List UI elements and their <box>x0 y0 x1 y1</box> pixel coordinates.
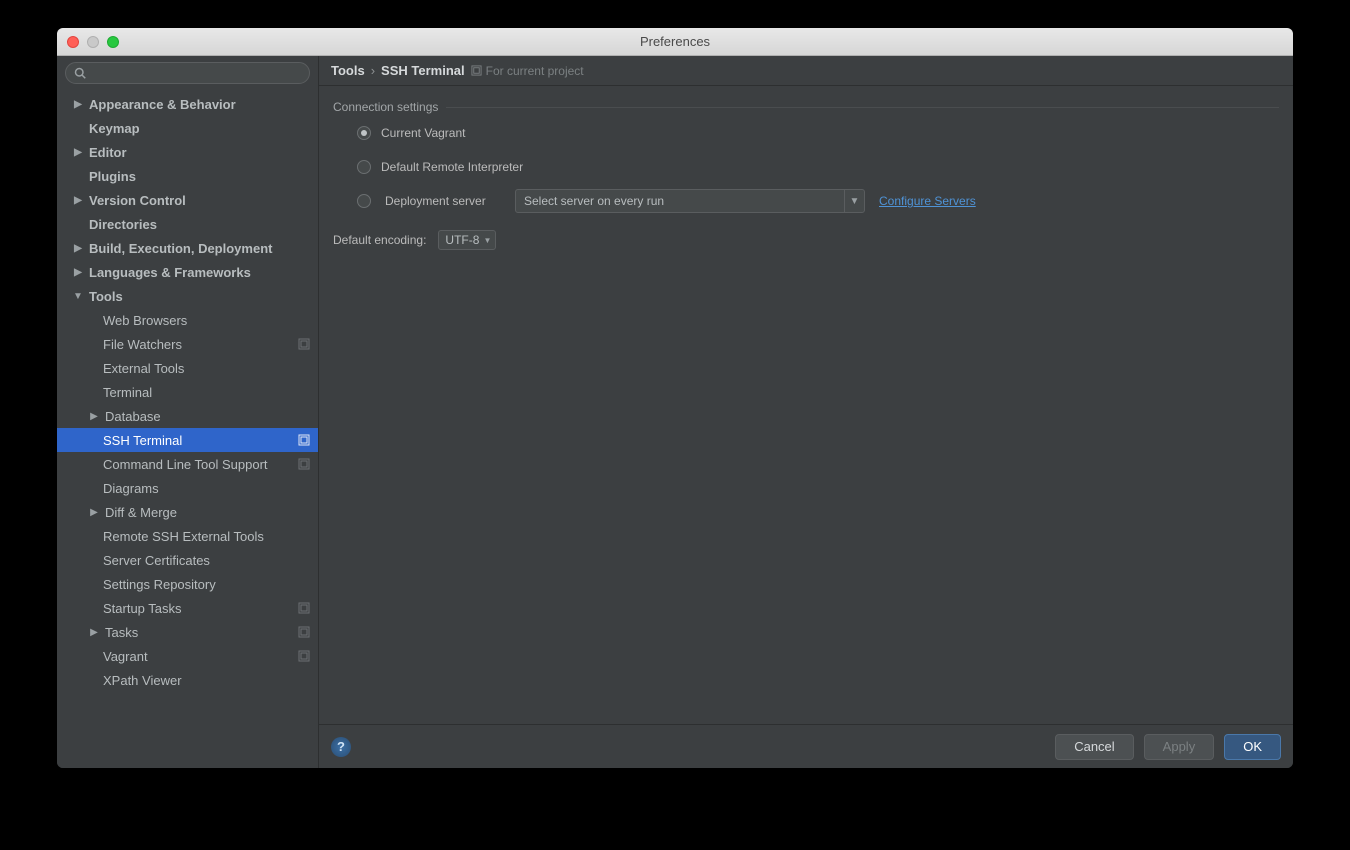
radio-label: Current Vagrant <box>381 126 466 140</box>
encoding-combo[interactable]: UTF-8 <box>438 230 496 250</box>
sidebar-item-label: Languages & Frameworks <box>89 265 251 280</box>
sidebar-item-file-watchers[interactable]: File Watchers <box>57 332 318 356</box>
radio-current-vagrant[interactable] <box>357 126 371 140</box>
window-title: Preferences <box>57 34 1293 49</box>
project-scope-icon <box>298 626 310 638</box>
breadcrumb-hint: For current project <box>486 64 584 78</box>
sidebar-item-label: Tools <box>89 289 123 304</box>
sidebar-item-keymap[interactable]: ▶Keymap <box>57 116 318 140</box>
project-scope-icon <box>298 338 310 350</box>
project-scope-icon <box>298 434 310 446</box>
sidebar-item-tools[interactable]: ▼Tools <box>57 284 318 308</box>
project-scope-icon <box>471 65 482 76</box>
sidebar-item-label: Database <box>105 409 161 424</box>
project-scope-icon <box>298 602 310 614</box>
sidebar-item-editor[interactable]: ▶Editor <box>57 140 318 164</box>
cancel-button[interactable]: Cancel <box>1055 734 1133 760</box>
sidebar-item-web-browsers[interactable]: Web Browsers <box>57 308 318 332</box>
sidebar-item-xpath[interactable]: XPath Viewer <box>57 668 318 692</box>
sidebar-item-version-control[interactable]: ▶Version Control <box>57 188 318 212</box>
sidebar-item-diff-merge[interactable]: ▶Diff & Merge <box>57 500 318 524</box>
sidebar-item-terminal[interactable]: Terminal <box>57 380 318 404</box>
sidebar-item-external-tools[interactable]: External Tools <box>57 356 318 380</box>
sidebar-item-label: Web Browsers <box>103 313 187 328</box>
sidebar-item-label: Vagrant <box>103 649 148 664</box>
help-icon[interactable]: ? <box>331 737 351 757</box>
radio-default-remote[interactable] <box>357 160 371 174</box>
sidebar-item-label: Tasks <box>105 625 138 640</box>
maximize-icon[interactable] <box>107 36 119 48</box>
search-input[interactable] <box>65 62 310 84</box>
sidebar-item-label: Plugins <box>89 169 136 184</box>
sidebar-item-database[interactable]: ▶Database <box>57 404 318 428</box>
sidebar-item-label: Build, Execution, Deployment <box>89 241 272 256</box>
titlebar: Preferences <box>57 28 1293 56</box>
breadcrumb: Tools › SSH Terminal For current project <box>319 56 1293 86</box>
project-scope-icon <box>298 650 310 662</box>
sidebar-item-label: Diagrams <box>103 481 159 496</box>
sidebar-item-tasks[interactable]: ▶Tasks <box>57 620 318 644</box>
search-icon <box>74 67 86 79</box>
combo-value: UTF-8 <box>445 233 479 247</box>
radio-label: Default Remote Interpreter <box>381 160 523 174</box>
sidebar-item-plugins[interactable]: ▶Plugins <box>57 164 318 188</box>
sidebar-item-label: Settings Repository <box>103 577 216 592</box>
sidebar-item-remote-ssh-tools[interactable]: Remote SSH External Tools <box>57 524 318 548</box>
sidebar-item-label: Terminal <box>103 385 152 400</box>
sidebar-item-languages[interactable]: ▶Languages & Frameworks <box>57 260 318 284</box>
sidebar-item-startup-tasks[interactable]: Startup Tasks <box>57 596 318 620</box>
window-controls <box>67 36 119 48</box>
sidebar-item-directories[interactable]: ▶Directories <box>57 212 318 236</box>
sidebar: ▶Appearance & Behavior ▶Keymap ▶Editor ▶… <box>57 56 319 768</box>
sidebar-item-label: Server Certificates <box>103 553 210 568</box>
divider <box>446 107 1279 108</box>
sidebar-item-server-certs[interactable]: Server Certificates <box>57 548 318 572</box>
sidebar-item-label: Editor <box>89 145 127 160</box>
sidebar-item-diagrams[interactable]: Diagrams <box>57 476 318 500</box>
sidebar-item-vagrant[interactable]: Vagrant <box>57 644 318 668</box>
close-icon[interactable] <box>67 36 79 48</box>
settings-tree: ▶Appearance & Behavior ▶Keymap ▶Editor ▶… <box>57 90 318 768</box>
project-scope-icon <box>298 458 310 470</box>
sidebar-item-label: Keymap <box>89 121 140 136</box>
sidebar-item-label: Diff & Merge <box>105 505 177 520</box>
sidebar-item-label: Remote SSH External Tools <box>103 529 264 544</box>
encoding-label: Default encoding: <box>333 233 426 247</box>
sidebar-item-label: XPath Viewer <box>103 673 182 688</box>
sidebar-item-build[interactable]: ▶Build, Execution, Deployment <box>57 236 318 260</box>
sidebar-item-settings-repo[interactable]: Settings Repository <box>57 572 318 596</box>
preferences-window: Preferences ▶Appearance & Behavior ▶Keym… <box>57 28 1293 768</box>
apply-button[interactable]: Apply <box>1144 734 1215 760</box>
chevron-down-icon: ▼ <box>844 190 864 212</box>
sidebar-item-appearance[interactable]: ▶Appearance & Behavior <box>57 92 318 116</box>
sidebar-item-label: Directories <box>89 217 157 232</box>
sidebar-item-label: Appearance & Behavior <box>89 97 236 112</box>
breadcrumb-root: Tools <box>331 63 365 78</box>
configure-servers-link[interactable]: Configure Servers <box>879 194 976 208</box>
sidebar-item-label: SSH Terminal <box>103 433 182 448</box>
sidebar-item-cli-tool[interactable]: Command Line Tool Support <box>57 452 318 476</box>
chevron-right-icon: › <box>371 63 375 78</box>
sidebar-item-label: External Tools <box>103 361 184 376</box>
connection-legend: Connection settings <box>333 100 438 114</box>
sidebar-item-label: Version Control <box>89 193 186 208</box>
radio-label: Deployment server <box>385 194 501 208</box>
breadcrumb-leaf: SSH Terminal <box>381 63 465 78</box>
combo-value: Select server on every run <box>524 194 664 208</box>
radio-deployment-server[interactable] <box>357 194 371 208</box>
sidebar-item-ssh-terminal[interactable]: SSH Terminal <box>57 428 318 452</box>
dialog-footer: ? Cancel Apply OK <box>319 724 1293 768</box>
sidebar-item-label: Command Line Tool Support <box>103 457 268 472</box>
sidebar-item-label: Startup Tasks <box>103 601 182 616</box>
ok-button[interactable]: OK <box>1224 734 1281 760</box>
deployment-server-combo[interactable]: Select server on every run ▼ <box>515 189 865 213</box>
minimize-icon[interactable] <box>87 36 99 48</box>
sidebar-item-label: File Watchers <box>103 337 182 352</box>
settings-panel: Connection settings Current Vagrant Defa… <box>319 86 1293 724</box>
